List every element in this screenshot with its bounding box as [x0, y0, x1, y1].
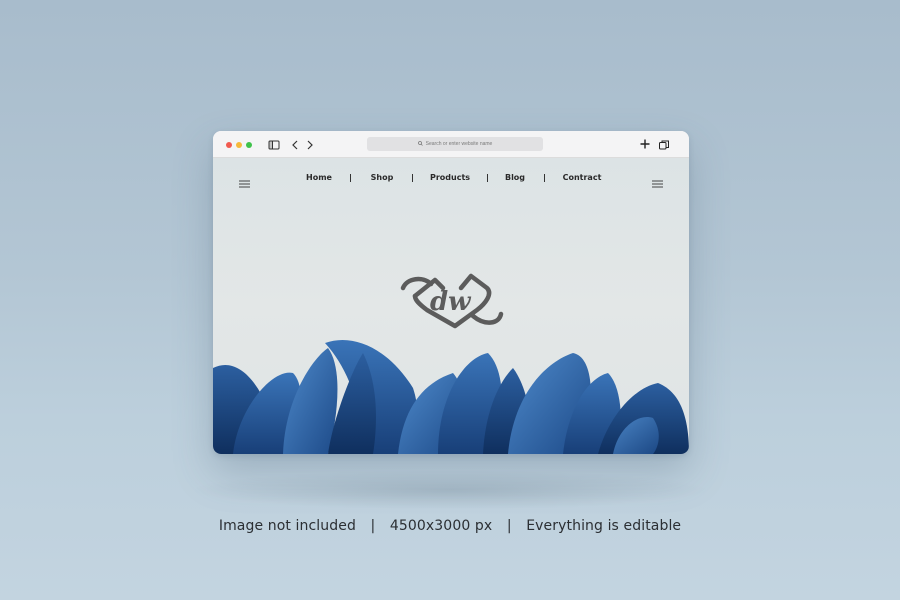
nav-link-contract[interactable]: Contract — [563, 173, 602, 182]
caption-item-size: 4500x3000 px — [389, 518, 493, 534]
floor-shadow — [190, 470, 710, 510]
chevron-left-icon[interactable] — [289, 138, 303, 152]
site-logo[interactable]: dw — [397, 266, 507, 334]
sidebar-icon[interactable] — [268, 138, 282, 152]
address-placeholder: Search or enter website name — [425, 141, 493, 147]
logo-text: dw — [430, 287, 472, 317]
nav-link-blog[interactable]: Blog — [505, 173, 525, 182]
caption-item-editable: Everything is editable — [526, 518, 682, 534]
search-icon — [417, 140, 423, 148]
caption: Image not included | 4500x3000 px | Ever… — [0, 518, 900, 534]
close-window-button[interactable] — [226, 142, 232, 148]
chevron-right-icon[interactable] — [304, 138, 318, 152]
plus-icon[interactable] — [638, 137, 652, 151]
nav-separator — [487, 174, 488, 182]
hamburger-menu-icon[interactable] — [652, 175, 664, 188]
webpage-content: Home Shop Products Blog Contract dw — [213, 158, 689, 454]
caption-separator: | — [370, 518, 376, 534]
nav-separator — [350, 174, 351, 182]
browser-window: Search or enter website name Home Shop P… — [213, 131, 689, 454]
tabs-icon[interactable] — [658, 138, 672, 152]
caption-separator: | — [506, 518, 512, 534]
caption-item-image: Image not included — [218, 518, 356, 534]
address-bar[interactable]: Search or enter website name — [367, 137, 543, 151]
blue-flower-image — [213, 340, 689, 454]
nav-link-home[interactable]: Home — [306, 173, 332, 182]
browser-toolbar: Search or enter website name — [213, 131, 689, 158]
nav-separator — [412, 174, 413, 182]
site-nav: Home Shop Products Blog Contract — [213, 171, 689, 187]
nav-link-shop[interactable]: Shop — [371, 173, 394, 182]
maximize-window-button[interactable] — [246, 142, 252, 148]
nav-link-products[interactable]: Products — [430, 173, 470, 182]
minimize-window-button[interactable] — [236, 142, 242, 148]
nav-separator — [544, 174, 545, 182]
